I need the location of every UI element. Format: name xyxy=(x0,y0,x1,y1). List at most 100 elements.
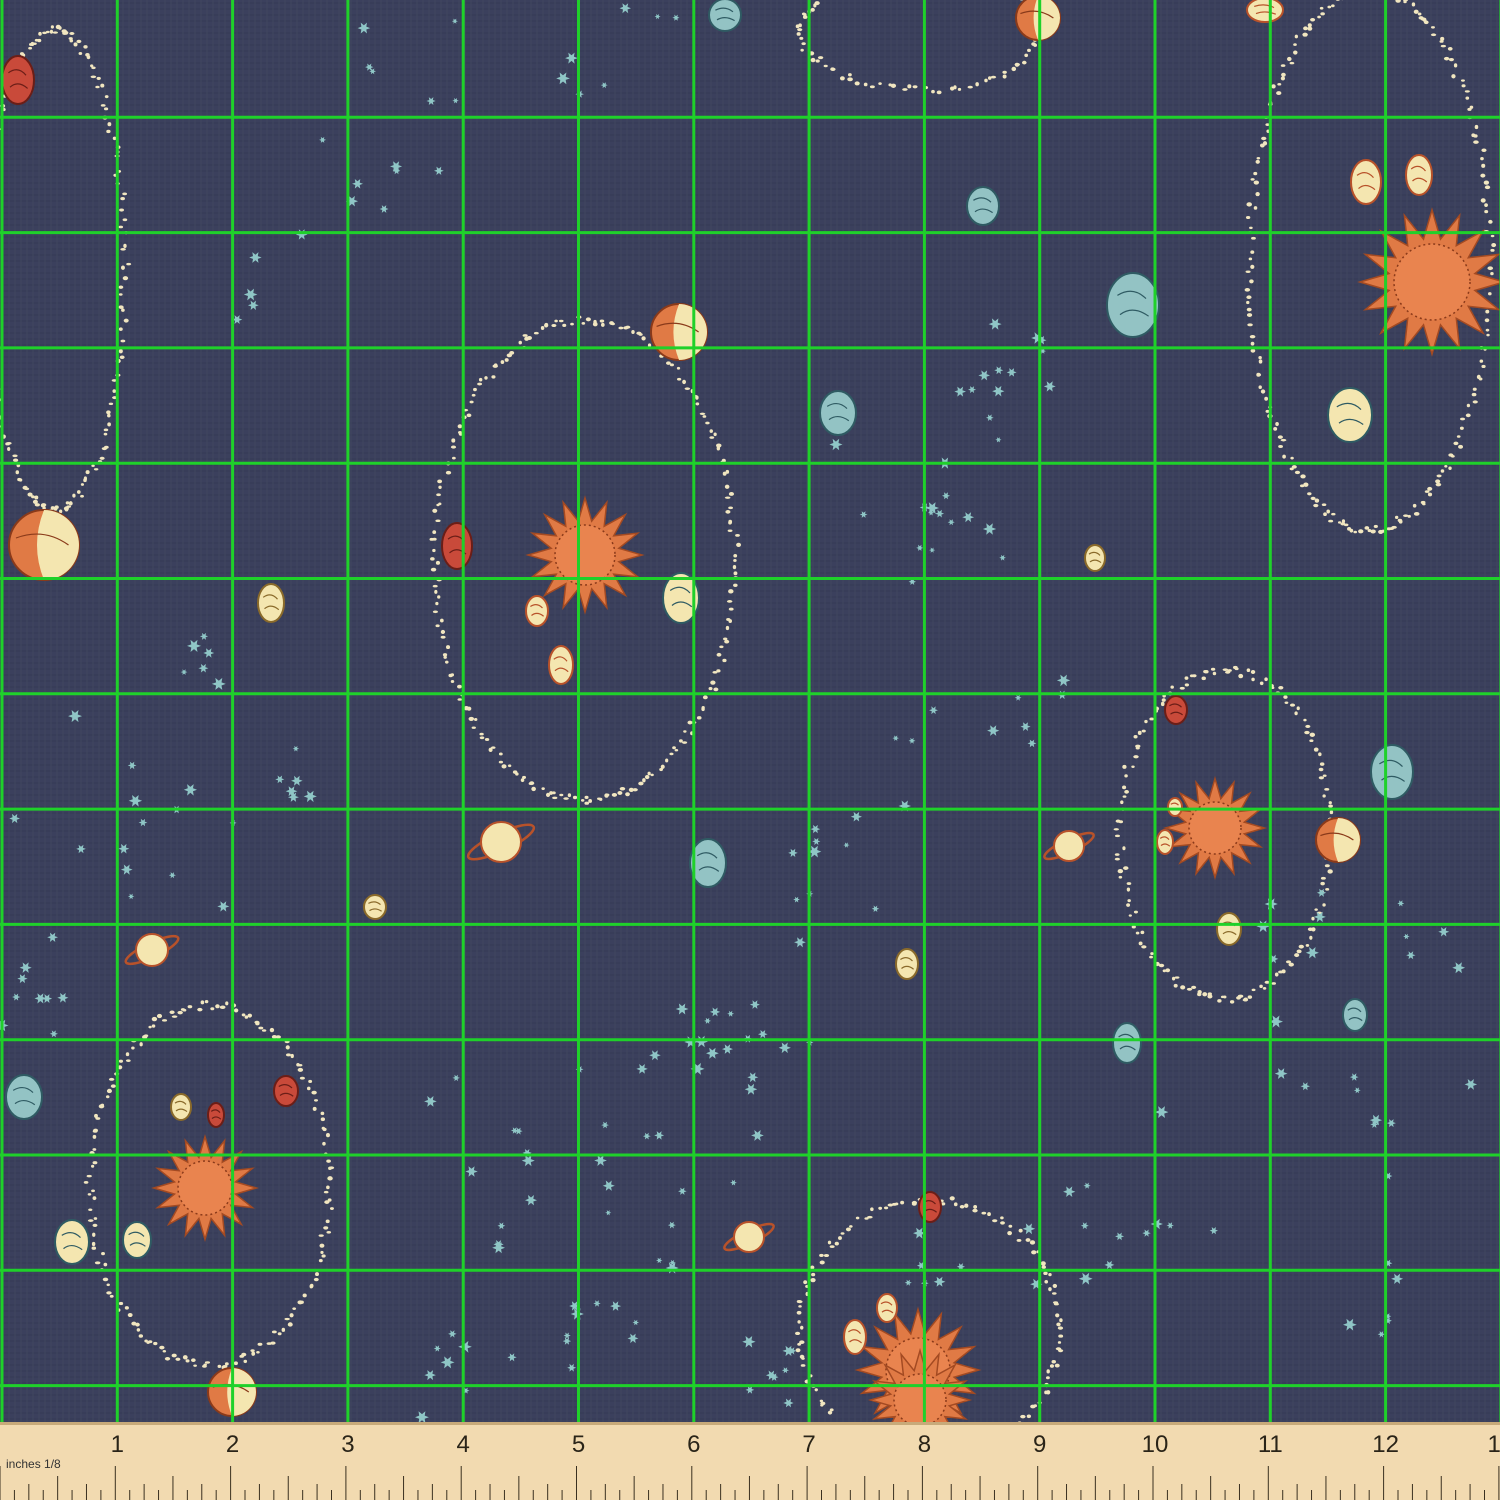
orbit-dot xyxy=(144,1339,148,1343)
orbit-dot xyxy=(1281,72,1286,77)
orbit-dot xyxy=(678,739,683,743)
orbit-dot xyxy=(1141,945,1147,949)
orbit-dot xyxy=(1310,496,1316,501)
orbit-dot xyxy=(1481,163,1486,168)
orbit-dot xyxy=(1238,673,1244,679)
orbit-dot xyxy=(432,530,437,535)
orbit-dot xyxy=(1264,396,1269,401)
orbit-dot xyxy=(1171,976,1176,981)
orbit-dot xyxy=(810,7,815,12)
orbit-dot xyxy=(894,1202,899,1206)
orbit-dot xyxy=(125,1059,131,1062)
orbit-dot xyxy=(261,1029,267,1032)
orbit-dot xyxy=(834,1241,839,1246)
orbit-dot xyxy=(326,1159,331,1163)
orbit-dot xyxy=(1014,62,1020,67)
orbit-dot xyxy=(1245,270,1251,273)
orbit-dot xyxy=(1448,57,1454,62)
orbit-dot xyxy=(1278,686,1284,690)
orbit-dot xyxy=(219,1005,226,1009)
orbit-dot xyxy=(1262,141,1268,146)
orbit-dot xyxy=(725,625,730,631)
orbit-dot xyxy=(1413,511,1420,516)
orbit-dot xyxy=(716,446,721,451)
orbit-dot xyxy=(972,1208,978,1213)
orbit-dot xyxy=(1051,1292,1057,1295)
orbit-dot xyxy=(1273,426,1278,431)
orbit-dot xyxy=(1135,931,1140,935)
orbit-dot xyxy=(1322,774,1327,777)
orbit-dot xyxy=(1244,288,1251,292)
orbit-dot xyxy=(329,1207,334,1210)
orbit-dot xyxy=(34,495,39,500)
orbit-dot xyxy=(959,1204,965,1209)
orbit-dot xyxy=(437,479,443,484)
orbit-dot xyxy=(801,42,806,46)
orbit-dot xyxy=(1439,40,1444,43)
orbit-dot xyxy=(1319,6,1324,10)
orbit-dot xyxy=(1324,864,1330,868)
orbit-dot xyxy=(1448,466,1452,470)
orbit-dot xyxy=(1251,236,1256,240)
orbit-dot xyxy=(682,379,687,385)
orbit-dot xyxy=(325,1133,330,1138)
orbit-dot xyxy=(611,792,618,797)
orbit-dot xyxy=(224,1362,229,1366)
orbit-dot xyxy=(1485,328,1490,332)
orbit-dot xyxy=(599,319,605,323)
orbit-dot xyxy=(91,464,95,468)
orbit-dot xyxy=(1247,995,1253,999)
orbit-dot xyxy=(1055,1347,1062,1351)
orbit-dot xyxy=(1250,264,1255,269)
orbit-dot xyxy=(1327,5,1332,9)
orbit-dot xyxy=(504,358,509,362)
orbit-dot xyxy=(1309,935,1313,940)
orbit-dot xyxy=(975,82,979,87)
orbit-dot xyxy=(584,795,589,800)
orbit-dot xyxy=(435,560,441,565)
orbit-dot xyxy=(54,505,59,510)
orbit-dot xyxy=(1160,701,1165,707)
orbit-dot xyxy=(733,559,737,562)
orbit-dot xyxy=(617,791,623,795)
orbit-dot xyxy=(5,442,10,446)
orbit-dot xyxy=(484,376,488,380)
orbit-dot xyxy=(559,793,564,797)
orbit-dot xyxy=(1248,257,1253,261)
orbit-dot xyxy=(440,618,444,623)
cream-planet-icon xyxy=(1405,154,1433,196)
orbit-dot xyxy=(1424,490,1430,493)
orbit-dot xyxy=(713,687,719,692)
orbit-dot xyxy=(819,1260,825,1265)
orbit-dot xyxy=(1484,209,1489,214)
orbit-dot xyxy=(1246,295,1252,300)
orbit-dot xyxy=(257,1342,263,1346)
orbit-dot xyxy=(867,1215,873,1219)
orbit-dot xyxy=(1040,1261,1046,1266)
orbit-dot xyxy=(185,1359,190,1363)
orbit-dot xyxy=(529,781,535,786)
cream-planet-icon xyxy=(1167,797,1183,817)
orbit-dot xyxy=(106,410,111,415)
orbit-dot xyxy=(1280,64,1286,67)
orbit-dot xyxy=(103,428,109,432)
orbit-dot xyxy=(902,88,908,91)
orbit-dot xyxy=(326,1230,332,1234)
orbit-dot xyxy=(1403,514,1409,518)
orbit-dot xyxy=(1128,914,1132,917)
red-planet-icon xyxy=(273,1075,299,1107)
orbit-dot xyxy=(1043,1271,1048,1276)
orbit-dot xyxy=(727,529,733,532)
orbit-dot xyxy=(1323,512,1327,517)
orbit-dot xyxy=(800,1364,806,1367)
orbit-dot xyxy=(239,1354,245,1358)
orbit-dot xyxy=(1144,719,1148,724)
teal-planet-icon xyxy=(5,1074,43,1120)
orbit-dot xyxy=(1271,84,1276,89)
orbit-dot xyxy=(1022,60,1027,65)
orbit-dot xyxy=(702,415,707,418)
orbit-dot xyxy=(94,1261,101,1265)
orbit-dot xyxy=(1255,159,1260,164)
orbit-dot xyxy=(83,1180,89,1184)
orbit-dot xyxy=(1115,819,1121,823)
